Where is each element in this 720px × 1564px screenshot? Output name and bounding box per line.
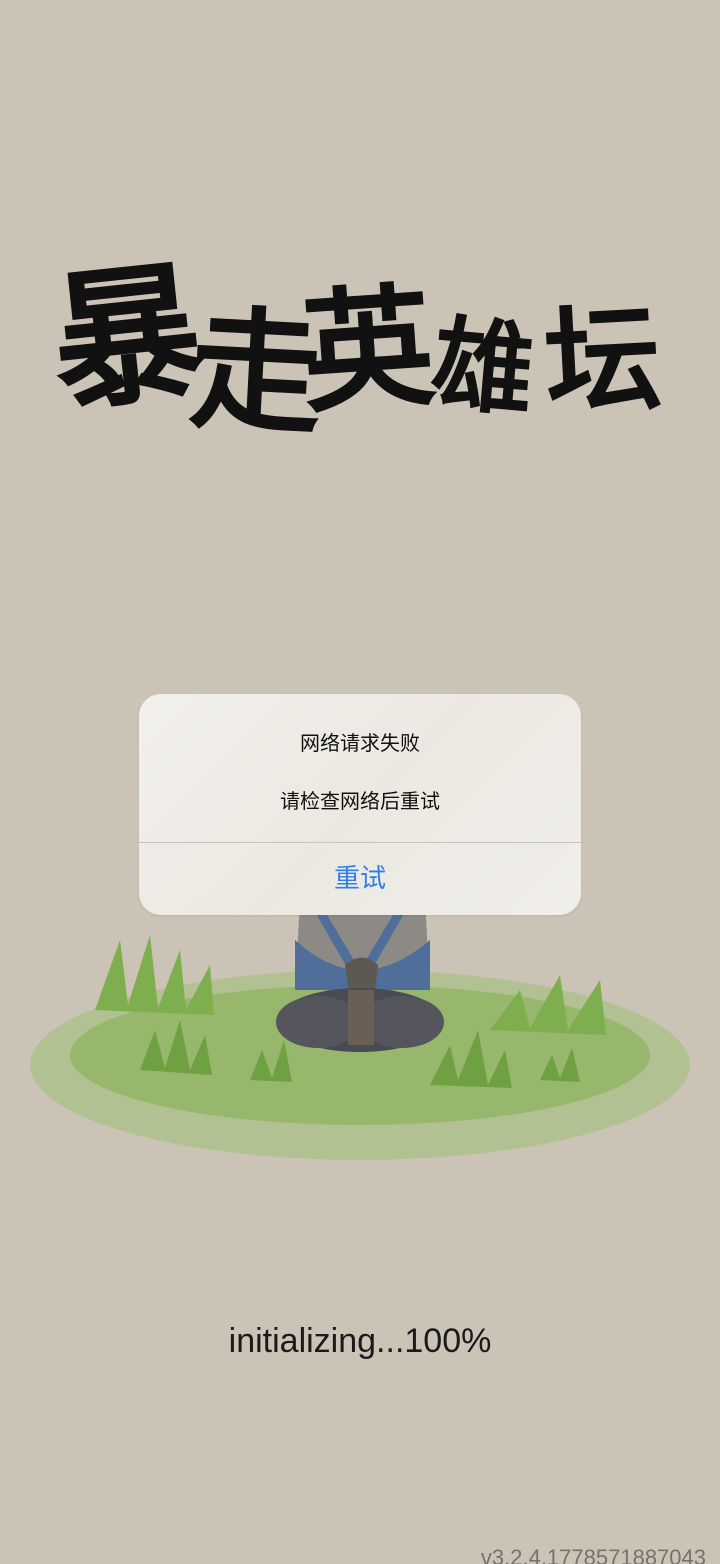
loading-progress-text: initializing...100%	[228, 1322, 492, 1360]
app-screen: 暴 走 英 雄 坛 initializing...100% v3.2.4.177…	[0, 0, 720, 1564]
version-label: v3.2.4.1778571887043	[480, 1545, 706, 1564]
game-logo: 暴 走 英 雄 坛	[40, 225, 680, 485]
dialog-title: 网络请求失败	[300, 731, 420, 755]
logo-char: 暴	[43, 242, 211, 434]
retry-button[interactable]: 重试	[139, 843, 581, 915]
dialog-message: 请检查网络后重试	[280, 789, 440, 813]
logo-char: 英	[296, 268, 440, 433]
logo-char: 坛	[541, 290, 665, 432]
logo-char: 雄	[426, 303, 540, 433]
network-error-dialog: 网络请求失败 请检查网络后重试 重试	[139, 694, 581, 915]
meditating-hero-illustration	[30, 900, 690, 1160]
